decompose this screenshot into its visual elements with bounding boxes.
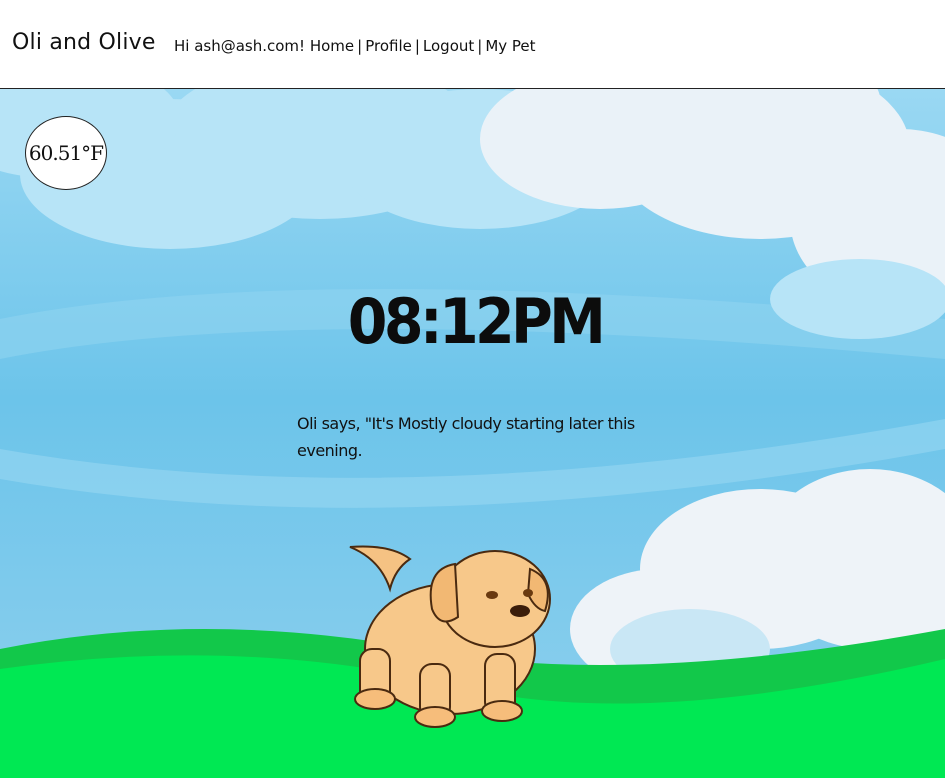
nav-separator: |: [357, 37, 363, 55]
top-cloud-edge: [770, 259, 945, 339]
nav-mypet-link[interactable]: My Pet: [485, 37, 535, 55]
nav-home-link[interactable]: Home: [310, 37, 354, 55]
time-display: 08:12PM: [347, 285, 606, 358]
nav-separator: |: [477, 37, 483, 55]
nav-separator: |: [414, 37, 420, 55]
brand-link[interactable]: Oli and Olive: [12, 30, 156, 55]
pet-message: Oli says, "It's Mostly cloudy starting l…: [297, 414, 635, 460]
greeting-text: Hi ash@ash.com!: [174, 37, 306, 55]
nav-profile-link[interactable]: Profile: [365, 37, 412, 55]
nav-links: Hi ash@ash.com! Home | Profile | Logout | My P…: [174, 37, 536, 55]
navbar: Oli and Olive Hi ash@ash.com! Home | Profi…: [0, 0, 945, 89]
temperature-badge: 60.51°F: [25, 116, 107, 190]
nav-logout-link[interactable]: Logout: [423, 37, 474, 55]
